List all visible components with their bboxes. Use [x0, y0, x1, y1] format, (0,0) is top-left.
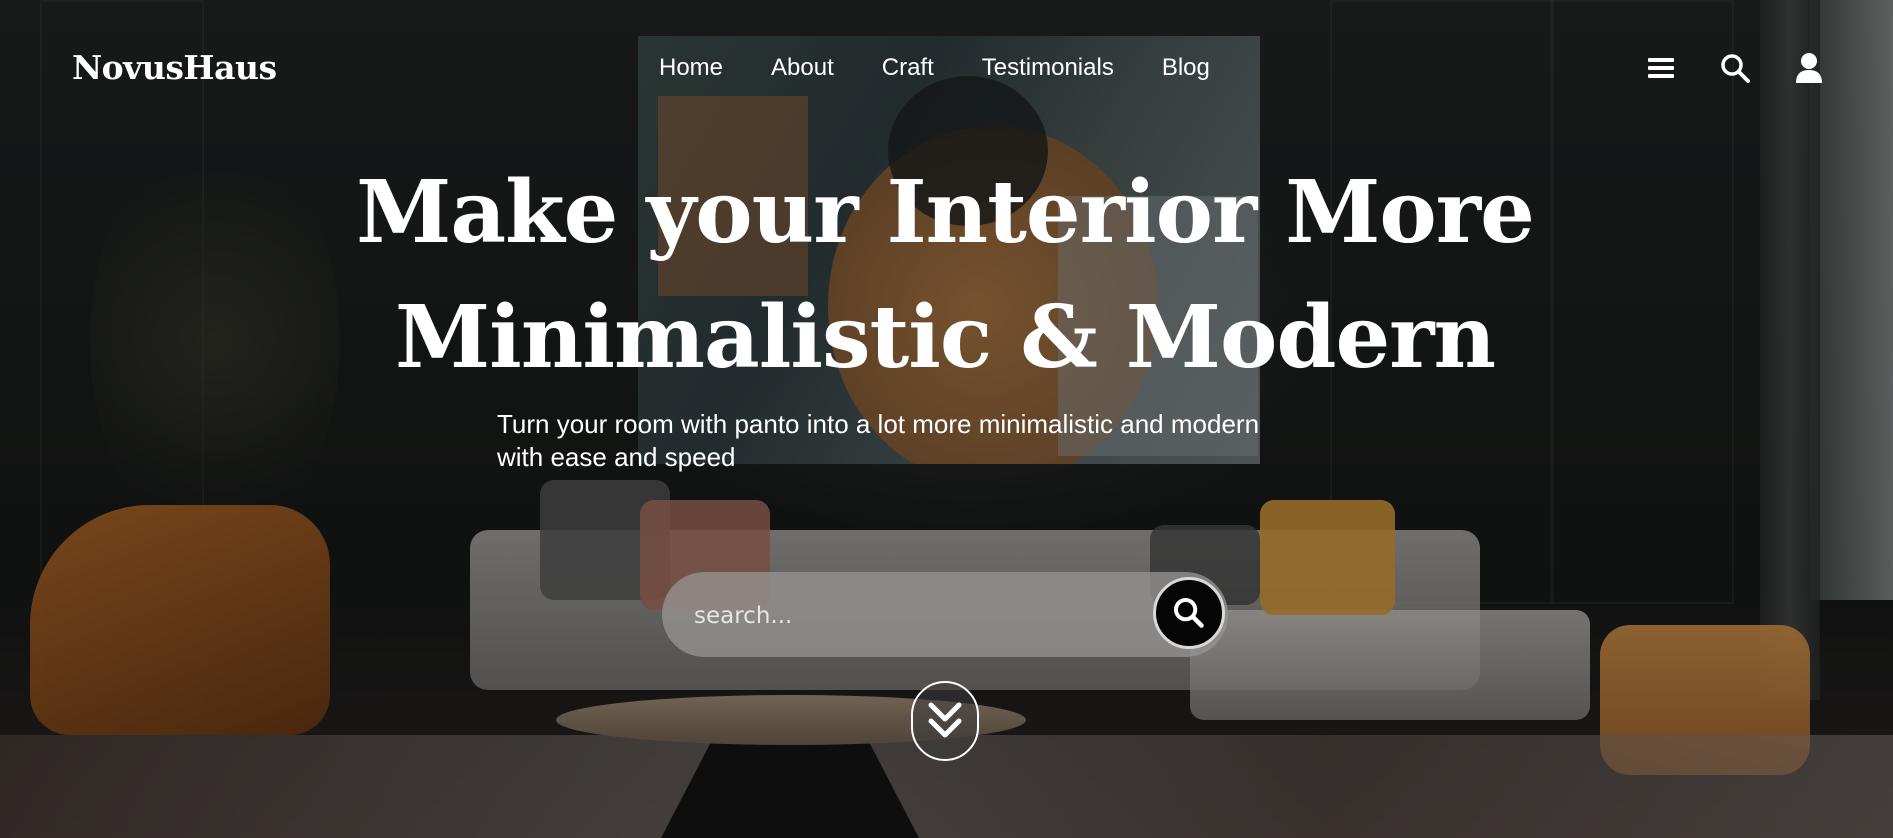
- brand-logo[interactable]: NovusHaus: [72, 48, 277, 87]
- search-input[interactable]: [692, 572, 1176, 659]
- main-nav: Home About Craft Testimonials Blog: [659, 54, 1210, 82]
- search-icon: [1173, 597, 1204, 628]
- search-button[interactable]: [1153, 577, 1225, 649]
- hero-subtitle-line-1: Turn your room with panto into a lot mor…: [497, 409, 1260, 439]
- nav-testimonials[interactable]: Testimonials: [982, 54, 1114, 82]
- nav-about[interactable]: About: [771, 54, 834, 82]
- hero-subtitle: Turn your room with panto into a lot mor…: [497, 408, 1397, 474]
- double-chevron-down-icon: [928, 702, 962, 738]
- search-bar: [662, 572, 1228, 659]
- scroll-down-button[interactable]: [911, 681, 979, 761]
- menu-icon[interactable]: [1645, 52, 1677, 84]
- search-icon[interactable]: [1719, 52, 1751, 84]
- hero-title: Make your Interior More Minimalistic & M…: [300, 150, 1590, 400]
- nav-blog[interactable]: Blog: [1162, 54, 1210, 82]
- hero-title-line-1: Make your Interior More: [356, 162, 1535, 263]
- nav-home[interactable]: Home: [659, 54, 723, 82]
- nav-craft[interactable]: Craft: [882, 54, 934, 82]
- header-actions: [1645, 52, 1825, 84]
- user-icon[interactable]: [1793, 52, 1825, 84]
- hero-subtitle-line-2: with ease and speed: [497, 442, 736, 472]
- hero-title-line-2: Minimalistic & Modern: [394, 287, 1496, 388]
